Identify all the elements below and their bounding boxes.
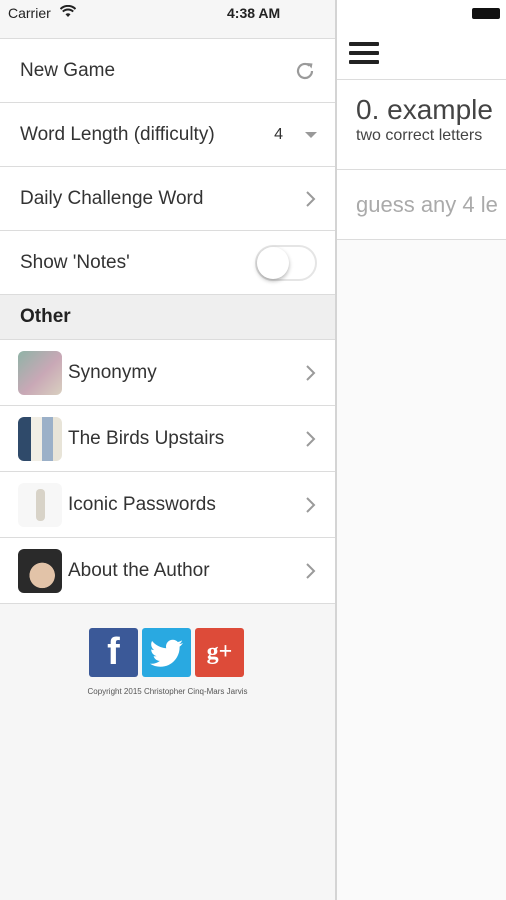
twitter-button[interactable] (142, 628, 191, 677)
new-game-label: New Game (20, 59, 116, 81)
googleplus-button[interactable]: g+ (195, 628, 244, 677)
daily-challenge-label: Daily Challenge Word (20, 187, 204, 209)
show-notes-row: Show 'Notes' (0, 231, 335, 295)
birds-upstairs-label: The Birds Upstairs (68, 427, 225, 449)
chevron-right-icon (306, 430, 316, 447)
chevron-right-icon (306, 496, 316, 513)
refresh-icon[interactable] (293, 59, 317, 83)
copyright-text: Copyright 2015 Christopher Cinq-Mars Jar… (87, 687, 248, 696)
other-apps-list: Synonymy The Birds Upstairs Iconic Passw… (0, 340, 335, 604)
guess-placeholder: guess any 4 le (356, 191, 498, 217)
birds-upstairs-row[interactable]: The Birds Upstairs (0, 406, 335, 472)
synonymy-app-icon (18, 350, 62, 395)
other-section-header: Other (0, 295, 335, 340)
example-subtitle: two correct letters (356, 127, 483, 144)
wifi-icon (60, 5, 76, 17)
battery-icon (472, 8, 500, 19)
toggle-knob (257, 246, 289, 279)
iconic-passwords-label: Iconic Passwords (68, 493, 216, 515)
settings-menu: New Game Word Length (difficulty) 4 Dail… (0, 38, 335, 295)
side-drawer: Carrier 4:38 AM New Game Word Length (di… (0, 0, 335, 900)
example-row: 0. example two correct letters (337, 80, 506, 170)
chevron-right-icon (306, 190, 316, 207)
birds-upstairs-app-icon (18, 416, 62, 461)
iconic-passwords-app-icon (18, 482, 62, 527)
dropdown-caret-icon[interactable] (305, 131, 317, 138)
facebook-button[interactable]: f (89, 628, 138, 677)
author-avatar (18, 548, 62, 593)
daily-challenge-row[interactable]: Daily Challenge Word (0, 167, 335, 231)
twitter-icon (149, 639, 183, 667)
show-notes-toggle[interactable] (255, 244, 317, 281)
chevron-right-icon (306, 562, 316, 579)
googleplus-icon: g+ (206, 639, 233, 665)
status-bar-right (337, 0, 506, 38)
facebook-icon: f (107, 631, 120, 673)
drawer-footer: f g+ Copyright 2015 Christopher Cinq-Mar… (0, 604, 335, 696)
about-author-row[interactable]: About the Author (0, 538, 335, 604)
word-length-row[interactable]: Word Length (difficulty) 4 (0, 103, 335, 167)
nav-bar (337, 38, 506, 80)
carrier-label: Carrier (8, 5, 51, 21)
hamburger-menu-icon[interactable] (349, 42, 379, 66)
example-title: 0. example (356, 94, 493, 125)
main-panel: 0. example two correct letters guess any… (337, 0, 506, 900)
status-bar: Carrier 4:38 AM (0, 0, 335, 38)
synonymy-row[interactable]: Synonymy (0, 340, 335, 406)
social-buttons: f g+ (0, 628, 335, 677)
guess-input[interactable]: guess any 4 le (337, 170, 506, 240)
iconic-passwords-row[interactable]: Iconic Passwords (0, 472, 335, 538)
word-length-value[interactable]: 4 (274, 126, 283, 144)
synonymy-label: Synonymy (68, 361, 157, 383)
clock: 4:38 AM (227, 5, 281, 21)
new-game-row[interactable]: New Game (0, 39, 335, 103)
chevron-right-icon (306, 364, 316, 381)
about-author-label: About the Author (68, 559, 210, 581)
